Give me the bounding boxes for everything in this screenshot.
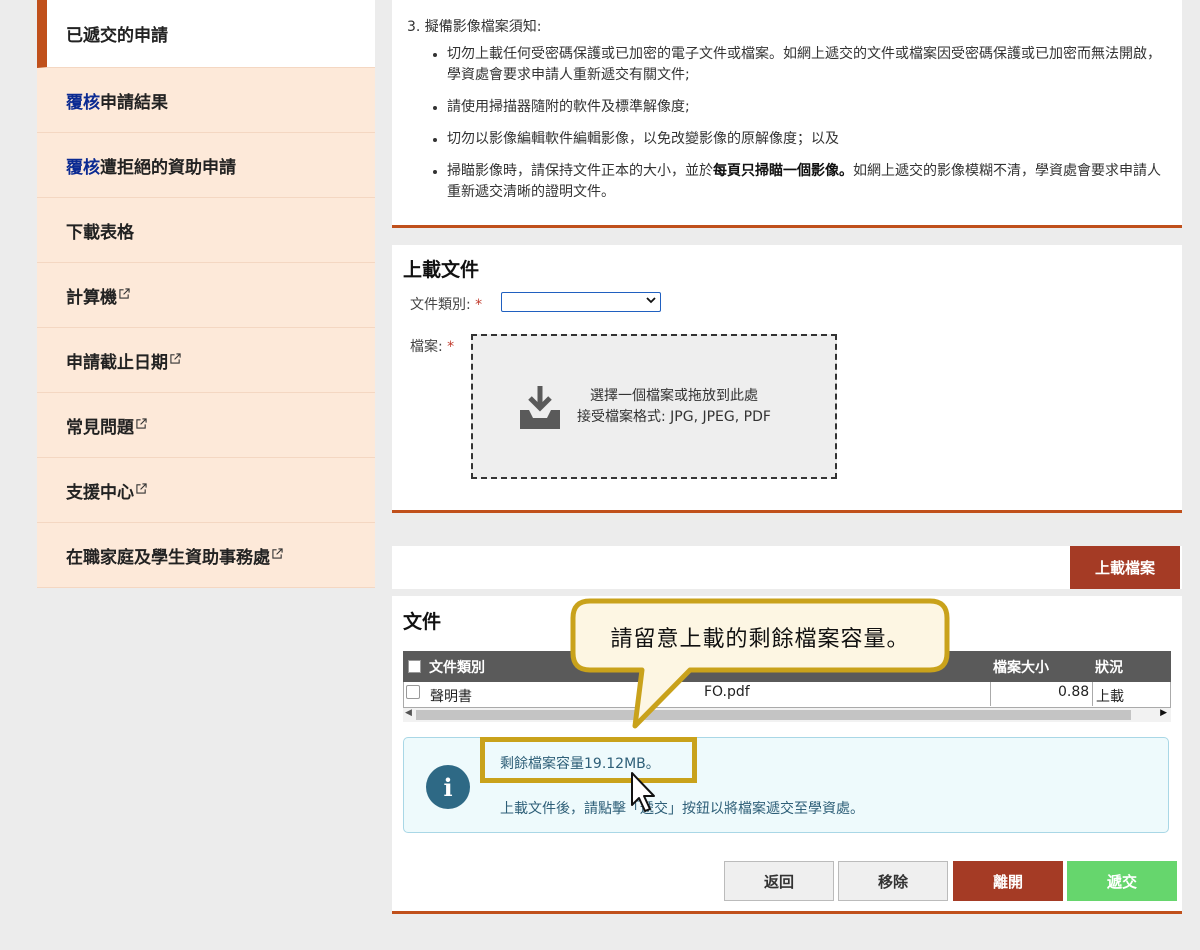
- sidebar-item-faq[interactable]: 常見問題: [37, 393, 375, 458]
- sidebar-item-label: 在職家庭及學生資助事務處: [66, 547, 270, 568]
- sidebar-item-submitted-applications[interactable]: 已遞交的申請: [37, 0, 375, 68]
- mouse-pointer-icon: [631, 772, 655, 812]
- required-mark: *: [475, 297, 483, 313]
- note-item: 掃瞄影像時，請保持文件正本的大小，並於每頁只掃瞄一個影像。如網上遞交的影像模糊不…: [447, 161, 1182, 203]
- document-type-select[interactable]: [501, 292, 661, 312]
- external-link-icon: [272, 544, 283, 559]
- note-bold-text: 每頁只掃瞄一個影像。: [713, 163, 853, 179]
- note-text: 請使用掃描器隨附的軟件及標準解像度;: [447, 99, 690, 115]
- tooltip-text: 請留意上載的剩餘檔案容量。: [610, 627, 910, 652]
- sidebar-item-prefix: 覆核: [66, 92, 100, 113]
- sidebar-item-label: 常見問題: [66, 417, 134, 438]
- sidebar-item-label: 遭拒絕的資助申請: [100, 157, 236, 178]
- sidebar-item-label: 計算機: [66, 287, 117, 308]
- back-button[interactable]: 返回: [724, 861, 834, 901]
- leave-button[interactable]: 離開: [953, 861, 1063, 901]
- sidebar-item-label: 支援中心: [66, 482, 134, 503]
- column-divider: [1092, 682, 1093, 706]
- note-item: 請使用掃描器隨附的軟件及標準解像度;: [447, 97, 1182, 118]
- row-document-type: 聲明書: [430, 689, 472, 705]
- sidebar-item-support-centre[interactable]: 支援中心: [37, 458, 375, 523]
- column-divider: [990, 682, 991, 706]
- external-link-icon: [136, 479, 147, 494]
- document-type-label-text: 文件類別:: [410, 297, 471, 313]
- file-label-text: 檔案:: [410, 339, 443, 355]
- image-file-notes: 3. 擬備影像檔案須知: 切勿上載任何受密碼保護或已加密的電子文件或檔案。如網上…: [392, 0, 1182, 228]
- capacity-highlight-frame: [480, 737, 697, 783]
- sidebar-item-label: 申請結果: [100, 92, 168, 113]
- notes-heading: 3. 擬備影像檔案須知:: [407, 19, 542, 35]
- column-document-type[interactable]: 文件類別: [429, 657, 485, 677]
- sidebar-item-deadlines[interactable]: 申請截止日期: [37, 328, 375, 393]
- upload-bar: 上載檔案: [392, 546, 1182, 589]
- external-link-icon: [119, 284, 130, 299]
- column-file-size[interactable]: 檔案大小: [993, 657, 1049, 677]
- submit-button[interactable]: 遞交: [1067, 861, 1177, 901]
- sidebar-item-review-rejected[interactable]: 覆核 遭拒絕的資助申請: [37, 133, 375, 198]
- sidebar-item-review-results[interactable]: 覆核 申請結果: [37, 68, 375, 133]
- note-text: 切勿上載任何受密碼保護或已加密的電子文件或檔案。如網上遞交的文件或檔案因受密碼保…: [447, 46, 1161, 83]
- external-link-icon: [170, 349, 181, 364]
- file-dropzone[interactable]: 選擇一個檔案或拖放到此處 接受檔案格式: JPG, JPEG, PDF: [471, 334, 837, 479]
- note-item: 切勿以影像編輯軟件編輯影像，以免改變影像的原解像度；以及: [447, 129, 1182, 150]
- row-file-size: 0.88: [1058, 684, 1090, 700]
- sidebar-item-label: 下載表格: [66, 222, 134, 243]
- documents-title: 文件: [403, 611, 442, 633]
- chevron-down-icon: [646, 296, 656, 307]
- note-item: 切勿上載任何受密碼保護或已加密的電子文件或檔案。如網上遞交的文件或檔案因受密碼保…: [447, 44, 1182, 86]
- upload-file-button[interactable]: 上載檔案: [1070, 546, 1180, 589]
- note-text: 切勿以影像編輯軟件編輯影像，以免改變影像的原解像度；以及: [447, 131, 839, 147]
- file-label: 檔案: *: [410, 336, 454, 356]
- scroll-left-icon[interactable]: ◀: [405, 708, 412, 718]
- sidebar-item-download-forms[interactable]: 下載表格: [37, 198, 375, 263]
- sidebar-item-label: 已遞交的申請: [66, 26, 168, 46]
- sidebar-item-calculator[interactable]: 計算機: [37, 263, 375, 328]
- note-text: 掃瞄影像時，請保持文件正本的大小，並於: [447, 163, 713, 179]
- dropzone-line1: 選擇一個檔案或拖放到此處: [589, 388, 758, 404]
- remove-button[interactable]: 移除: [838, 861, 948, 901]
- notes-list: 切勿上載任何受密碼保護或已加密的電子文件或檔案。如網上遞交的文件或檔案因受密碼保…: [407, 44, 1182, 203]
- dropzone-line2: 接受檔案格式: JPG, JPEG, PDF: [577, 409, 771, 425]
- dropzone-text: 選擇一個檔案或拖放到此處 接受檔案格式: JPG, JPEG, PDF: [577, 386, 771, 428]
- row-status: 上載: [1096, 689, 1124, 705]
- sidebar-item-wfsfaa[interactable]: 在職家庭及學生資助事務處: [37, 523, 375, 588]
- download-tray-icon: [520, 386, 560, 429]
- scroll-right-icon[interactable]: ▶: [1160, 708, 1167, 718]
- sidebar-item-prefix: 覆核: [66, 157, 100, 178]
- info-icon: i: [426, 765, 470, 809]
- document-type-label: 文件類別: *: [410, 294, 482, 314]
- external-link-icon: [136, 414, 147, 429]
- upload-title: 上載文件: [403, 259, 480, 281]
- sidebar-nav: 已遞交的申請 覆核 申請結果 覆核 遭拒絕的資助申請 下載表格 計算機 申請截止日期…: [37, 0, 375, 588]
- upload-document-panel: 上載文件 文件類別: * 檔案: * 選擇一個檔案或拖放到此處 接受檔案格式: …: [392, 245, 1182, 513]
- sidebar-item-label: 申請截止日期: [66, 352, 168, 373]
- column-status[interactable]: 狀況: [1095, 657, 1123, 677]
- submit-instruction-text: 上載文件後，請點擊「遞交」按鈕以將檔案遞交至學資處。: [500, 801, 864, 817]
- required-mark: *: [447, 339, 455, 355]
